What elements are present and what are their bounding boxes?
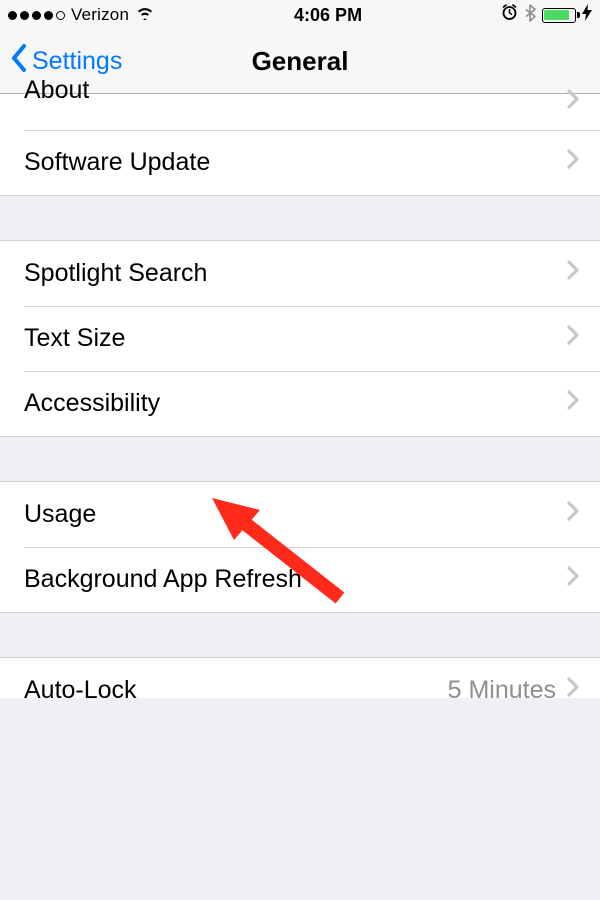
- row-software-update[interactable]: Software Update: [0, 130, 600, 195]
- section-gap: [0, 612, 600, 658]
- section-gap: [0, 436, 600, 482]
- chevron-right-icon: [566, 565, 580, 594]
- chevron-left-icon: [10, 43, 28, 80]
- chevron-right-icon: [566, 259, 580, 288]
- list-group: Spotlight Search Text Size Accessibility: [0, 241, 600, 436]
- charging-icon: [582, 4, 592, 26]
- row-value: 5 Minutes: [448, 676, 556, 699]
- row-label: Auto-Lock: [24, 676, 137, 699]
- row-accessibility[interactable]: Accessibility: [0, 371, 600, 436]
- status-time: 4:06 PM: [294, 5, 362, 26]
- row-text-size[interactable]: Text Size: [0, 306, 600, 371]
- chevron-right-icon: [566, 148, 580, 177]
- chevron-right-icon: [566, 389, 580, 418]
- row-label: Usage: [24, 500, 96, 529]
- row-label: Background App Refresh: [24, 565, 302, 594]
- row-about[interactable]: About: [0, 94, 600, 130]
- chevron-right-icon: [566, 676, 580, 699]
- row-spotlight-search[interactable]: Spotlight Search: [0, 241, 600, 306]
- row-usage[interactable]: Usage: [0, 482, 600, 547]
- row-label: Accessibility: [24, 389, 160, 418]
- chevron-right-icon: [566, 88, 580, 117]
- wifi-icon: [135, 5, 155, 25]
- chevron-right-icon: [566, 324, 580, 353]
- bluetooth-icon: [524, 4, 536, 27]
- back-label: Settings: [32, 47, 122, 76]
- status-bar: Verizon 4:06 PM: [0, 0, 600, 30]
- alarm-icon: [501, 4, 518, 26]
- nav-bar: Settings General: [0, 30, 600, 94]
- row-label: About: [24, 76, 89, 105]
- list-group: About Software Update: [0, 94, 600, 195]
- list-group: Auto-Lock 5 Minutes: [0, 658, 600, 698]
- row-label: Spotlight Search: [24, 259, 207, 288]
- list-group: Usage Background App Refresh: [0, 482, 600, 612]
- status-left: Verizon: [8, 5, 155, 25]
- row-label: Software Update: [24, 148, 210, 177]
- status-right: [501, 4, 592, 27]
- row-background-app-refresh[interactable]: Background App Refresh: [0, 547, 600, 612]
- back-button[interactable]: Settings: [10, 43, 122, 80]
- signal-strength-icon: [8, 11, 65, 20]
- row-auto-lock[interactable]: Auto-Lock 5 Minutes: [0, 658, 600, 698]
- carrier-label: Verizon: [71, 5, 129, 25]
- page-title: General: [252, 46, 349, 77]
- battery-icon: [542, 8, 576, 23]
- chevron-right-icon: [566, 500, 580, 529]
- row-label: Text Size: [24, 324, 125, 353]
- section-gap: [0, 195, 600, 241]
